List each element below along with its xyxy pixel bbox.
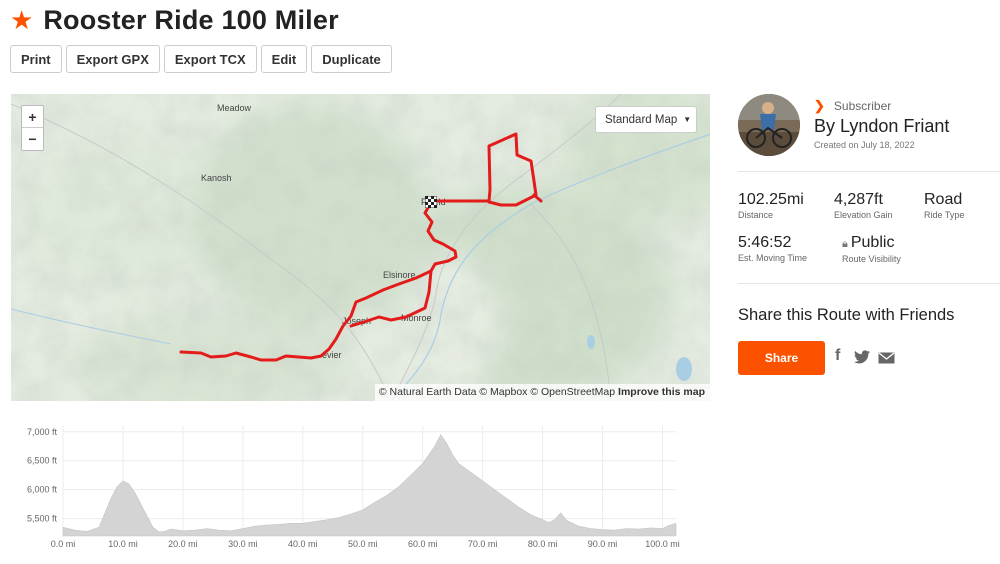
distance-label: Distance: [738, 210, 774, 220]
chevron-down-icon: ▼: [683, 115, 692, 124]
athlete-photo: [738, 94, 800, 156]
route-line: [179, 132, 543, 362]
duplicate-button[interactable]: Duplicate: [311, 45, 392, 73]
x-tick-label: 70.0 mi: [468, 539, 498, 549]
stat-visibility: 🔒︎ Public Route Visibility: [842, 234, 901, 264]
y-tick-label: 7,000 ft: [27, 427, 58, 437]
ride-type-value: Road: [924, 191, 963, 208]
y-tick-label: 6,000 ft: [27, 485, 58, 495]
x-tick-label: 20.0 mi: [168, 539, 198, 549]
x-tick-label: 10.0 mi: [108, 539, 138, 549]
elevation-chart[interactable]: 7,000 ft 6,500 ft 6,000 ft 5,500 ft 0.0 mi 1…: [0, 420, 700, 564]
facebook-icon[interactable]: f: [835, 347, 840, 365]
stat-elevation: 4,287ft Elevation Gain: [834, 191, 893, 220]
visibility-value: Public: [850, 234, 895, 251]
y-tick-label: 6,500 ft: [27, 456, 58, 466]
subscriber-label: Subscriber: [833, 99, 892, 113]
stat-moving-time: 5:46:52 Est. Moving Time: [738, 234, 807, 263]
x-tick-label: 90.0 mi: [588, 539, 618, 549]
x-tick-label: 100.0 mi: [645, 539, 680, 549]
export-gpx-button[interactable]: Export GPX: [65, 45, 160, 73]
elevation-profile-area: [62, 434, 677, 537]
subscriber-icon: ❯: [814, 98, 825, 113]
map-type-label: Standard Map: [605, 113, 678, 126]
elevation-y-axis: 7,000 ft 6,500 ft 6,000 ft 5,500 ft: [27, 427, 58, 524]
divider: [738, 283, 1000, 284]
start-finish-flag-icon: [425, 196, 437, 208]
stat-ride-type: Road Ride Type: [924, 191, 964, 220]
zoom-out-button[interactable]: −: [22, 128, 43, 150]
x-tick-label: 60.0 mi: [408, 539, 438, 549]
export-tcx-button[interactable]: Export TCX: [163, 45, 257, 73]
zoom-control: + −: [21, 105, 44, 151]
x-tick-label: 40.0 mi: [288, 539, 318, 549]
edit-button[interactable]: Edit: [260, 45, 308, 73]
elevation-x-axis: 0.0 mi 10.0 mi 20.0 mi 30.0 mi 40.0 mi 50.0 m…: [51, 539, 680, 549]
print-button[interactable]: Print: [10, 45, 62, 73]
author-name[interactable]: By Lyndon Friant: [814, 116, 949, 137]
stat-distance: 102.25mi Distance: [738, 191, 804, 220]
y-tick-label: 5,500 ft: [27, 514, 58, 524]
x-tick-label: 80.0 mi: [528, 539, 558, 549]
distance-value: 102.25mi: [738, 191, 804, 208]
attribution-text: © Natural Earth Data © Mapbox © OpenStre…: [378, 386, 616, 398]
visibility-label: Route Visibility: [842, 254, 901, 264]
x-tick-label: 50.0 mi: [348, 539, 378, 549]
elevation-label: Elevation Gain: [834, 210, 893, 220]
x-tick-label: 30.0 mi: [228, 539, 258, 549]
email-icon[interactable]: [878, 352, 895, 364]
title-row: ★ Rooster Ride 100 Miler: [10, 2, 339, 38]
moving-time-value: 5:46:52: [738, 234, 792, 251]
subscriber-badge: ❯ Subscriber: [814, 98, 891, 114]
route-map[interactable]: Meadow Kanosh F field Elsinore Joseph Mo…: [11, 94, 710, 401]
share-button[interactable]: Share: [738, 341, 825, 375]
created-date: Created on July 18, 2022: [814, 140, 915, 150]
divider: [738, 171, 1000, 172]
page-title: Rooster Ride 100 Miler: [43, 4, 339, 35]
map-type-dropdown[interactable]: Standard Map ▼: [595, 106, 697, 133]
x-tick-label: 0.0 mi: [51, 539, 76, 549]
route-toolbar: Print Export GPX Export TCX Edit Duplica…: [10, 45, 392, 73]
star-icon[interactable]: ★: [10, 7, 33, 33]
lock-icon: 🔒︎: [842, 238, 848, 250]
twitter-icon[interactable]: [854, 350, 870, 364]
moving-time-label: Est. Moving Time: [738, 253, 808, 263]
map-attribution: © Natural Earth Data © Mapbox © OpenStre…: [374, 384, 710, 401]
zoom-in-button[interactable]: +: [22, 106, 43, 128]
improve-map-link[interactable]: Improve this map: [618, 386, 705, 398]
share-heading: Share this Route with Friends: [738, 306, 955, 324]
elevation-value: 4,287ft: [834, 191, 883, 208]
avatar[interactable]: [738, 94, 800, 156]
ride-type-label: Ride Type: [924, 210, 965, 220]
